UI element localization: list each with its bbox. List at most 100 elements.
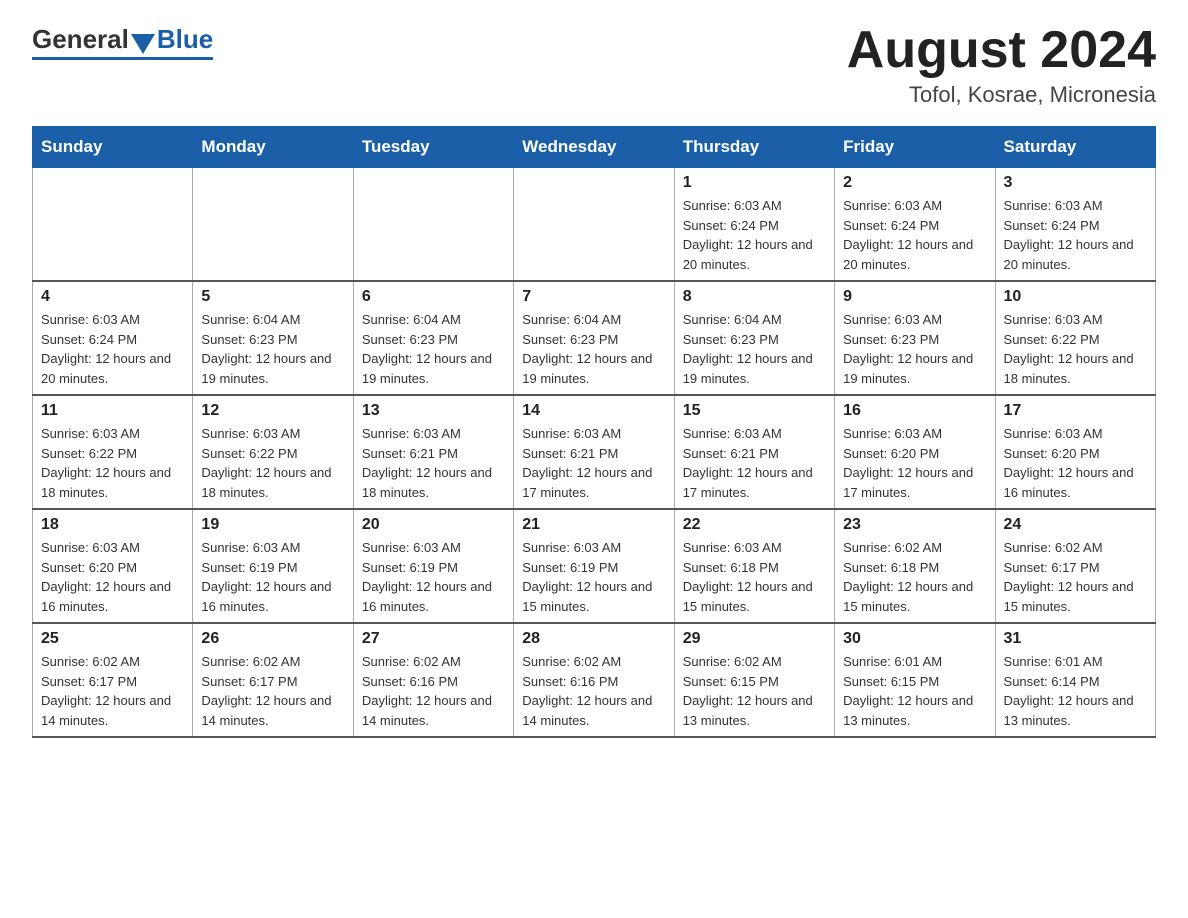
calendar-cell: 13 Sunrise: 6:03 AM Sunset: 6:21 PM Dayli… bbox=[353, 395, 513, 509]
calendar-cell: 20 Sunrise: 6:03 AM Sunset: 6:19 PM Dayli… bbox=[353, 509, 513, 623]
day-info: Sunrise: 6:03 AM Sunset: 6:22 PM Dayligh… bbox=[1004, 310, 1147, 388]
day-info: Sunrise: 6:03 AM Sunset: 6:19 PM Dayligh… bbox=[362, 538, 505, 616]
calendar-cell: 14 Sunrise: 6:03 AM Sunset: 6:21 PM Dayli… bbox=[514, 395, 674, 509]
month-year-title: August 2024 bbox=[847, 24, 1156, 76]
day-info: Sunrise: 6:02 AM Sunset: 6:18 PM Dayligh… bbox=[843, 538, 986, 616]
calendar-cell: 1 Sunrise: 6:03 AM Sunset: 6:24 PM Daylig… bbox=[674, 168, 834, 282]
calendar-cell: 25Sunrise: 6:02 AM Sunset: 6:17 PM Dayli… bbox=[33, 623, 193, 737]
day-number: 28 bbox=[522, 630, 665, 648]
day-info: Sunrise: 6:02 AM Sunset: 6:17 PM Dayligh… bbox=[201, 652, 344, 730]
day-number: 10 bbox=[1004, 288, 1147, 306]
day-info: Sunrise: 6:03 AM Sunset: 6:21 PM Dayligh… bbox=[522, 424, 665, 502]
calendar-weekday-monday: Monday bbox=[193, 127, 353, 168]
calendar-weekday-wednesday: Wednesday bbox=[514, 127, 674, 168]
calendar-cell: 15 Sunrise: 6:03 AM Sunset: 6:21 PM Dayli… bbox=[674, 395, 834, 509]
day-number: 12 bbox=[201, 402, 344, 420]
page-header: General Blue August 2024 Tofol, Kosrae, … bbox=[32, 24, 1156, 108]
calendar-cell: 28Sunrise: 6:02 AM Sunset: 6:16 PM Dayli… bbox=[514, 623, 674, 737]
day-number: 21 bbox=[522, 516, 665, 534]
calendar-cell: 17 Sunrise: 6:03 AM Sunset: 6:20 PM Dayli… bbox=[995, 395, 1155, 509]
calendar-cell: 16 Sunrise: 6:03 AM Sunset: 6:20 PM Dayli… bbox=[835, 395, 995, 509]
logo-general-text: General bbox=[32, 24, 129, 55]
calendar-week-1: 1 Sunrise: 6:03 AM Sunset: 6:24 PM Daylig… bbox=[33, 168, 1156, 282]
day-info: Sunrise: 6:03 AM Sunset: 6:24 PM Dayligh… bbox=[41, 310, 184, 388]
day-info: Sunrise: 6:03 AM Sunset: 6:20 PM Dayligh… bbox=[41, 538, 184, 616]
calendar-week-2: 4 Sunrise: 6:03 AM Sunset: 6:24 PM Daylig… bbox=[33, 281, 1156, 395]
day-info: Sunrise: 6:03 AM Sunset: 6:24 PM Dayligh… bbox=[843, 196, 986, 274]
day-info: Sunrise: 6:04 AM Sunset: 6:23 PM Dayligh… bbox=[201, 310, 344, 388]
calendar-cell bbox=[193, 168, 353, 282]
calendar-cell: 11 Sunrise: 6:03 AM Sunset: 6:22 PM Dayli… bbox=[33, 395, 193, 509]
day-info: Sunrise: 6:04 AM Sunset: 6:23 PM Dayligh… bbox=[522, 310, 665, 388]
logo: General Blue bbox=[32, 24, 213, 60]
calendar-cell: 3Sunrise: 6:03 AM Sunset: 6:24 PM Daylig… bbox=[995, 168, 1155, 282]
calendar-week-5: 25Sunrise: 6:02 AM Sunset: 6:17 PM Dayli… bbox=[33, 623, 1156, 737]
day-number: 15 bbox=[683, 402, 826, 420]
day-info: Sunrise: 6:03 AM Sunset: 6:19 PM Dayligh… bbox=[201, 538, 344, 616]
day-number: 27 bbox=[362, 630, 505, 648]
logo-blue-text: Blue bbox=[157, 24, 213, 55]
title-block: August 2024 Tofol, Kosrae, Micronesia bbox=[847, 24, 1156, 108]
day-info: Sunrise: 6:01 AM Sunset: 6:15 PM Dayligh… bbox=[843, 652, 986, 730]
calendar-week-3: 11 Sunrise: 6:03 AM Sunset: 6:22 PM Dayli… bbox=[33, 395, 1156, 509]
day-number: 7 bbox=[522, 288, 665, 306]
day-number: 8 bbox=[683, 288, 826, 306]
calendar-weekday-friday: Friday bbox=[835, 127, 995, 168]
day-number: 14 bbox=[522, 402, 665, 420]
calendar-table: SundayMondayTuesdayWednesdayThursdayFrid… bbox=[32, 126, 1156, 738]
day-info: Sunrise: 6:03 AM Sunset: 6:20 PM Dayligh… bbox=[843, 424, 986, 502]
day-number: 9 bbox=[843, 288, 986, 306]
day-info: Sunrise: 6:03 AM Sunset: 6:22 PM Dayligh… bbox=[201, 424, 344, 502]
calendar-weekday-sunday: Sunday bbox=[33, 127, 193, 168]
day-number: 1 bbox=[683, 174, 826, 192]
day-info: Sunrise: 6:02 AM Sunset: 6:17 PM Dayligh… bbox=[41, 652, 184, 730]
day-number: 5 bbox=[201, 288, 344, 306]
day-number: 31 bbox=[1004, 630, 1147, 648]
day-info: Sunrise: 6:04 AM Sunset: 6:23 PM Dayligh… bbox=[683, 310, 826, 388]
day-number: 17 bbox=[1004, 402, 1147, 420]
day-number: 6 bbox=[362, 288, 505, 306]
calendar-cell: 12 Sunrise: 6:03 AM Sunset: 6:22 PM Dayli… bbox=[193, 395, 353, 509]
day-number: 19 bbox=[201, 516, 344, 534]
calendar-cell: 19 Sunrise: 6:03 AM Sunset: 6:19 PM Dayli… bbox=[193, 509, 353, 623]
calendar-header-row: SundayMondayTuesdayWednesdayThursdayFrid… bbox=[33, 127, 1156, 168]
calendar-cell: 24Sunrise: 6:02 AM Sunset: 6:17 PM Dayli… bbox=[995, 509, 1155, 623]
calendar-cell: 6 Sunrise: 6:04 AM Sunset: 6:23 PM Daylig… bbox=[353, 281, 513, 395]
day-info: Sunrise: 6:03 AM Sunset: 6:20 PM Dayligh… bbox=[1004, 424, 1147, 502]
day-info: Sunrise: 6:04 AM Sunset: 6:23 PM Dayligh… bbox=[362, 310, 505, 388]
calendar-cell: 30 Sunrise: 6:01 AM Sunset: 6:15 PM Dayli… bbox=[835, 623, 995, 737]
day-number: 20 bbox=[362, 516, 505, 534]
calendar-weekday-thursday: Thursday bbox=[674, 127, 834, 168]
day-number: 4 bbox=[41, 288, 184, 306]
calendar-cell: 5 Sunrise: 6:04 AM Sunset: 6:23 PM Daylig… bbox=[193, 281, 353, 395]
day-number: 3 bbox=[1004, 174, 1147, 192]
day-info: Sunrise: 6:02 AM Sunset: 6:16 PM Dayligh… bbox=[362, 652, 505, 730]
day-number: 16 bbox=[843, 402, 986, 420]
calendar-cell: 8 Sunrise: 6:04 AM Sunset: 6:23 PM Daylig… bbox=[674, 281, 834, 395]
calendar-cell: 10 Sunrise: 6:03 AM Sunset: 6:22 PM Dayli… bbox=[995, 281, 1155, 395]
calendar-cell: 9 Sunrise: 6:03 AM Sunset: 6:23 PM Daylig… bbox=[835, 281, 995, 395]
calendar-cell bbox=[33, 168, 193, 282]
day-number: 24 bbox=[1004, 516, 1147, 534]
day-info: Sunrise: 6:03 AM Sunset: 6:23 PM Dayligh… bbox=[843, 310, 986, 388]
day-info: Sunrise: 6:03 AM Sunset: 6:21 PM Dayligh… bbox=[362, 424, 505, 502]
day-info: Sunrise: 6:03 AM Sunset: 6:21 PM Dayligh… bbox=[683, 424, 826, 502]
calendar-cell: 4 Sunrise: 6:03 AM Sunset: 6:24 PM Daylig… bbox=[33, 281, 193, 395]
day-number: 23 bbox=[843, 516, 986, 534]
day-info: Sunrise: 6:03 AM Sunset: 6:22 PM Dayligh… bbox=[41, 424, 184, 502]
calendar-weekday-saturday: Saturday bbox=[995, 127, 1155, 168]
day-number: 30 bbox=[843, 630, 986, 648]
day-number: 11 bbox=[41, 402, 184, 420]
calendar-body: 1 Sunrise: 6:03 AM Sunset: 6:24 PM Daylig… bbox=[33, 168, 1156, 738]
day-info: Sunrise: 6:02 AM Sunset: 6:15 PM Dayligh… bbox=[683, 652, 826, 730]
day-info: Sunrise: 6:03 AM Sunset: 6:24 PM Dayligh… bbox=[683, 196, 826, 274]
day-number: 13 bbox=[362, 402, 505, 420]
calendar-cell: 29 Sunrise: 6:02 AM Sunset: 6:15 PM Dayli… bbox=[674, 623, 834, 737]
calendar-cell: 22Sunrise: 6:03 AM Sunset: 6:18 PM Dayli… bbox=[674, 509, 834, 623]
logo-underline bbox=[32, 57, 213, 60]
calendar-cell: 2Sunrise: 6:03 AM Sunset: 6:24 PM Daylig… bbox=[835, 168, 995, 282]
calendar-cell: 31Sunrise: 6:01 AM Sunset: 6:14 PM Dayli… bbox=[995, 623, 1155, 737]
day-number: 29 bbox=[683, 630, 826, 648]
day-info: Sunrise: 6:03 AM Sunset: 6:18 PM Dayligh… bbox=[683, 538, 826, 616]
calendar-cell: 21Sunrise: 6:03 AM Sunset: 6:19 PM Dayli… bbox=[514, 509, 674, 623]
